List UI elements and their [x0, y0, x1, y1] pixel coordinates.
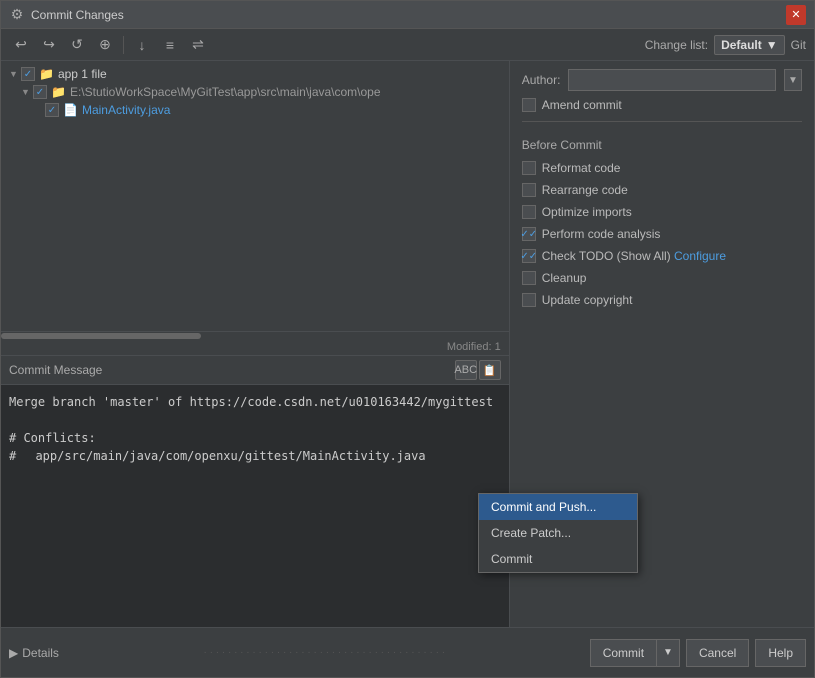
folder-icon-path: 📁	[51, 85, 66, 99]
rearrange-code-checkbox[interactable]	[522, 183, 536, 197]
cleanup-checkbox[interactable]	[522, 271, 536, 285]
main-content: ▼ ✓ 📁 app 1 file ▼ ✓ 📁 E:\StutioWorkSpac…	[1, 61, 814, 627]
before-commit-header: Before Commit	[522, 138, 802, 152]
file-icon-mainactivity: 📄	[63, 103, 78, 117]
tree-item-path[interactable]: ▼ ✓ 📁 E:\StutioWorkSpace\MyGitTest\app\s…	[1, 83, 509, 101]
file-tree[interactable]: ▼ ✓ 📁 app 1 file ▼ ✓ 📁 E:\StutioWorkSpac…	[1, 61, 509, 331]
configure-link[interactable]: Configure	[674, 249, 726, 263]
git-label: Git	[791, 38, 806, 52]
action-buttons: Commit ▼ Cancel Help	[590, 639, 806, 667]
option-row-cleanup: Cleanup	[522, 270, 802, 286]
option-row-reformat: Reformat code	[522, 160, 802, 176]
commit-message-section: Commit Message ABC 📋 Merge branch 'maste…	[1, 355, 509, 627]
toolbar: ↩ ↪ ↺ ⊕ ↓ ≡ ⇌ Change list: Default ▼ Git	[1, 29, 814, 61]
author-label: Author:	[522, 73, 561, 87]
modified-count: Modified: 1	[1, 339, 509, 355]
toolbar-btn-7[interactable]: ⇌	[186, 33, 210, 57]
changelist-arrow-icon: ▼	[766, 38, 778, 52]
folder-icon-app: 📁	[39, 67, 54, 81]
app-icon: ⚙	[9, 7, 25, 23]
tree-item-mainactivity[interactable]: ✓ 📄 MainActivity.java	[1, 101, 509, 119]
toolbar-btn-3[interactable]: ↺	[65, 33, 89, 57]
reformat-code-checkbox[interactable]	[522, 161, 536, 175]
window-title: Commit Changes	[31, 8, 786, 22]
left-panel: ▼ ✓ 📁 app 1 file ▼ ✓ 📁 E:\StutioWorkSpac…	[1, 61, 510, 627]
code-analysis-label: Perform code analysis	[542, 227, 661, 241]
author-input[interactable]	[568, 69, 776, 91]
toolbar-btn-6[interactable]: ≡	[158, 33, 182, 57]
amend-commit-checkbox[interactable]	[522, 98, 536, 112]
section-divider-before-commit	[522, 121, 802, 122]
option-row-code-analysis: ✓ Perform code analysis	[522, 226, 802, 242]
amend-commit-row: Amend commit	[522, 97, 802, 113]
details-arrow-icon: ▶	[9, 646, 18, 660]
toolbar-btn-5[interactable]: ↓	[130, 33, 154, 57]
toolbar-btn-1[interactable]: ↩	[9, 33, 33, 57]
close-button[interactable]: ✕	[786, 5, 806, 25]
commit-message-toolbar: ABC 📋	[455, 360, 501, 380]
option-row-update-copyright: Update copyright	[522, 292, 802, 308]
update-copyright-checkbox[interactable]	[522, 293, 536, 307]
commit-split-button: Commit ▼	[590, 639, 680, 667]
tree-check-app[interactable]: ✓	[21, 67, 35, 81]
tree-label-app: app 1 file	[58, 67, 107, 81]
bottom-panel-dots: · · · · · · · · · · · · · · · · · · · · …	[204, 647, 446, 658]
rearrange-code-label: Rearrange code	[542, 183, 628, 197]
reformat-code-label: Reformat code	[542, 161, 621, 175]
commit-and-push-item[interactable]: Commit and Push...	[479, 494, 637, 520]
changelist-dropdown[interactable]: Default ▼	[714, 35, 785, 55]
bottom-panel: ▶ Details · · · · · · · · · · · · · · · …	[1, 627, 814, 677]
title-bar: ⚙ Commit Changes ✕	[1, 1, 814, 29]
update-copyright-label: Update copyright	[542, 293, 633, 307]
commit-message-textarea[interactable]: Merge branch 'master' of https://code.cs…	[1, 385, 509, 627]
toolbar-separator	[123, 36, 124, 54]
commit-dropdown-menu: Commit and Push... Create Patch... Commi…	[478, 493, 638, 573]
spell-check-button[interactable]: ABC	[455, 360, 477, 380]
paste-button[interactable]: 📋	[479, 360, 501, 380]
details-toggle[interactable]: ▶ Details	[9, 646, 59, 660]
details-label: Details	[22, 646, 59, 660]
amend-commit-label[interactable]: Amend commit	[542, 98, 622, 112]
toolbar-btn-2[interactable]: ↪	[37, 33, 61, 57]
code-analysis-checkbox[interactable]: ✓	[522, 227, 536, 241]
commit-main-button[interactable]: Commit	[590, 639, 656, 667]
author-dropdown-btn[interactable]: ▼	[784, 69, 802, 91]
changelist-value: Default	[721, 38, 762, 52]
optimize-imports-checkbox[interactable]	[522, 205, 536, 219]
option-row-rearrange: Rearrange code	[522, 182, 802, 198]
changelist-label: Change list:	[645, 38, 708, 52]
main-window: ⚙ Commit Changes ✕ ↩ ↪ ↺ ⊕ ↓ ≡ ⇌ Change …	[0, 0, 815, 678]
cleanup-label: Cleanup	[542, 271, 587, 285]
file-tree-scrollbar[interactable]	[1, 331, 509, 339]
check-todo-label: Check TODO (Show All) Configure	[542, 249, 726, 263]
tree-check-path[interactable]: ✓	[33, 85, 47, 99]
tree-label-mainactivity: MainActivity.java	[82, 103, 170, 117]
option-row-optimize: Optimize imports	[522, 204, 802, 220]
commit-item[interactable]: Commit	[479, 546, 637, 572]
option-row-check-todo: ✓ Check TODO (Show All) Configure	[522, 248, 802, 264]
tree-arrow-path: ▼	[21, 87, 33, 97]
changelist-section: Change list: Default ▼ Git	[645, 35, 806, 55]
optimize-imports-label: Optimize imports	[542, 205, 632, 219]
create-patch-item[interactable]: Create Patch...	[479, 520, 637, 546]
toolbar-btn-4[interactable]: ⊕	[93, 33, 117, 57]
check-todo-checkbox[interactable]: ✓	[522, 249, 536, 263]
help-button[interactable]: Help	[755, 639, 806, 667]
cancel-button[interactable]: Cancel	[686, 639, 749, 667]
author-row: Author: ▼	[522, 69, 802, 91]
tree-arrow-app: ▼	[9, 69, 21, 79]
commit-message-header: Commit Message ABC 📋	[1, 356, 509, 385]
tree-label-path: E:\StutioWorkSpace\MyGitTest\app\src\mai…	[70, 85, 381, 99]
commit-arrow-button[interactable]: ▼	[656, 639, 680, 667]
tree-item-app[interactable]: ▼ ✓ 📁 app 1 file	[1, 65, 509, 83]
commit-message-label: Commit Message	[9, 363, 455, 377]
tree-check-mainactivity[interactable]: ✓	[45, 103, 59, 117]
